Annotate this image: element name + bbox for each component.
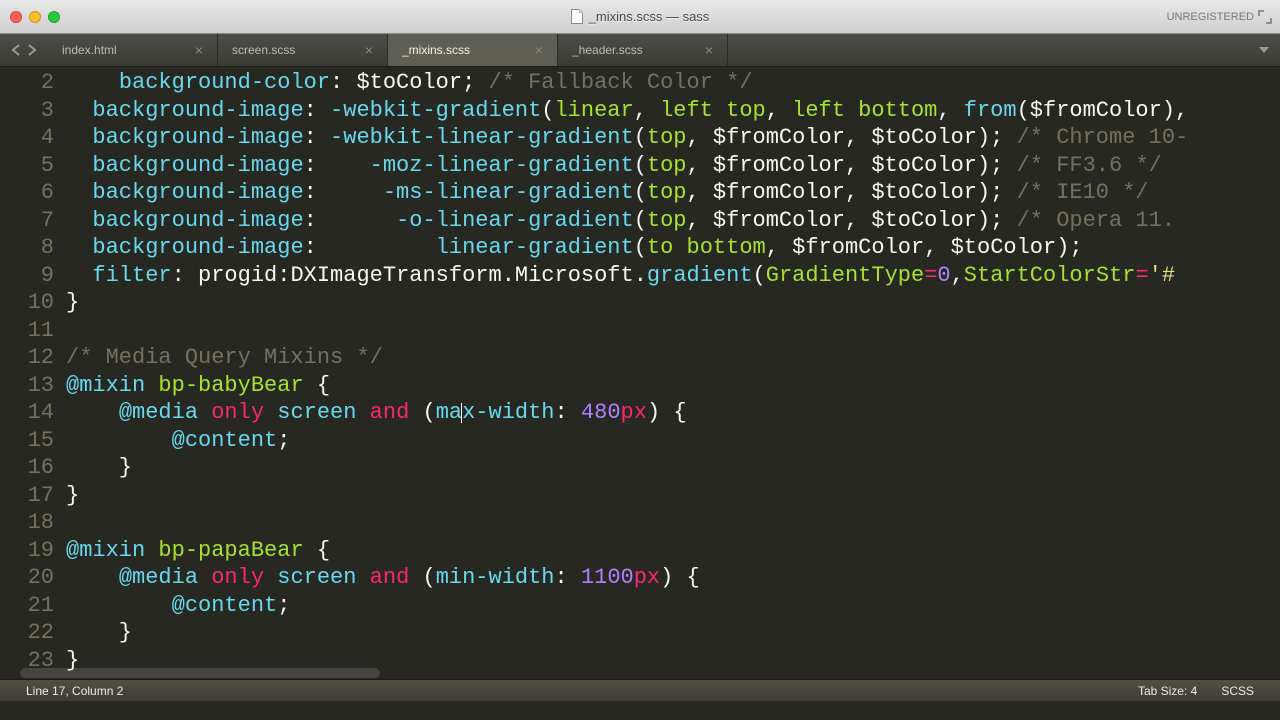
code-line[interactable] [66,509,1280,537]
tab-screen-scss[interactable]: screen.scss × [218,34,388,66]
close-icon[interactable]: × [693,42,713,58]
tab-index-html[interactable]: index.html × [48,34,218,66]
status-position[interactable]: Line 17, Column 2 [14,684,135,698]
registration-status: UNREGISTERED [1167,0,1254,34]
window-title: _mixins.scss — sass [0,9,1280,24]
tab-_header-scss[interactable]: _header.scss × [558,34,728,66]
horizontal-scrollbar-thumb[interactable] [20,668,380,678]
code-line[interactable]: @mixin bp-papaBear { [66,537,1280,565]
tab-history-nav [0,34,48,66]
line-number: 17 [0,482,54,510]
editor-area[interactable]: 234567891011121314151617181920212223 bac… [0,67,1280,679]
window-title-text: _mixins.scss — sass [589,9,710,24]
line-number: 10 [0,289,54,317]
line-number: 13 [0,372,54,400]
code-line[interactable]: filter: progid:DXImageTransform.Microsof… [66,262,1280,290]
window-titlebar: _mixins.scss — sass UNREGISTERED [0,0,1280,34]
line-number: 8 [0,234,54,262]
code-line[interactable]: @media only screen and (min-width: 1100p… [66,564,1280,592]
line-number: 3 [0,97,54,125]
line-number: 18 [0,509,54,537]
code-line[interactable]: } [66,619,1280,647]
close-icon[interactable]: × [523,42,543,58]
nav-forward-icon[interactable] [26,43,38,57]
line-number: 7 [0,207,54,235]
code-line[interactable]: @mixin bp-babyBear { [66,372,1280,400]
line-number: 15 [0,427,54,455]
line-number: 21 [0,592,54,620]
code-line[interactable]: background-image: -webkit-linear-gradien… [66,124,1280,152]
code-line[interactable] [66,317,1280,345]
code-line[interactable]: background-image: -o-linear-gradient(top… [66,207,1280,235]
line-number: 14 [0,399,54,427]
line-number: 11 [0,317,54,345]
tabbar: index.html×screen.scss×_mixins.scss×_hea… [0,34,1280,67]
code-line[interactable]: background-color: $toColor; /* Fallback … [66,69,1280,97]
tab-label: _mixins.scss [402,43,470,57]
status-syntax[interactable]: SCSS [1209,684,1266,698]
line-number: 22 [0,619,54,647]
code-line[interactable]: } [66,454,1280,482]
close-icon[interactable]: × [353,42,373,58]
line-number: 5 [0,152,54,180]
code-line[interactable]: background-image: -moz-linear-gradient(t… [66,152,1280,180]
code-line[interactable]: background-image: linear-gradient(to bot… [66,234,1280,262]
horizontal-scrollbar[interactable] [20,667,1266,679]
expand-icon[interactable] [1258,10,1272,24]
code-line[interactable]: } [66,482,1280,510]
text-cursor [461,403,462,423]
code-line[interactable]: @media only screen and (max-width: 480px… [66,399,1280,427]
code-line[interactable]: background-image: -ms-linear-gradient(to… [66,179,1280,207]
tab-label: _header.scss [572,43,643,57]
line-number: 2 [0,69,54,97]
line-number: 19 [0,537,54,565]
status-tab-size[interactable]: Tab Size: 4 [1126,684,1209,698]
line-number: 9 [0,262,54,290]
line-number-gutter: 234567891011121314151617181920212223 [0,67,66,679]
code-line[interactable]: } [66,289,1280,317]
file-icon [571,9,583,24]
code-line[interactable]: @content; [66,592,1280,620]
line-number: 16 [0,454,54,482]
tab-_mixins-scss[interactable]: _mixins.scss × [388,34,558,66]
tab-label: screen.scss [232,43,295,57]
status-bar: Line 17, Column 2 Tab Size: 4 SCSS [0,679,1280,701]
close-icon[interactable]: × [183,42,203,58]
code-line[interactable]: background-image: -webkit-gradient(linea… [66,97,1280,125]
nav-back-icon[interactable] [10,43,22,57]
line-number: 6 [0,179,54,207]
code-line[interactable]: @content; [66,427,1280,455]
code-content[interactable]: background-color: $toColor; /* Fallback … [66,67,1280,679]
tab-label: index.html [62,43,117,57]
code-line[interactable]: /* Media Query Mixins */ [66,344,1280,372]
line-number: 4 [0,124,54,152]
line-number: 20 [0,564,54,592]
line-number: 12 [0,344,54,372]
tab-overflow-dropdown[interactable] [1248,34,1280,66]
